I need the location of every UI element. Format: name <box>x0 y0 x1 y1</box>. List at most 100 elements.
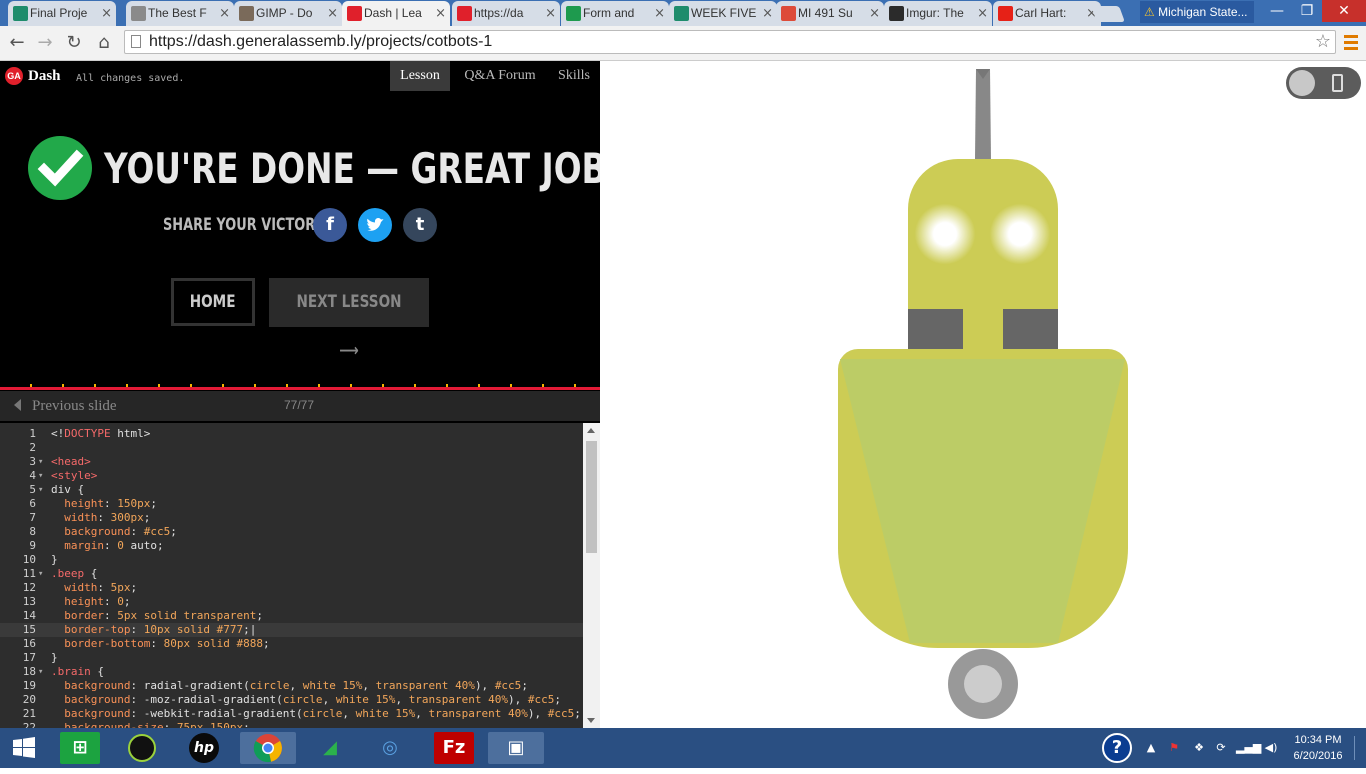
notifications-icon[interactable] <box>1354 736 1365 760</box>
code-line[interactable]: 4 ▾ <style> <box>0 469 583 483</box>
media-icon[interactable] <box>122 732 162 764</box>
reload-icon[interactable]: ↻ <box>63 32 85 54</box>
code-line[interactable]: 22 background-size: 75px 150px; <box>0 721 583 728</box>
close-tab-icon[interactable]: × <box>545 6 556 21</box>
browser-tab[interactable]: https://da × <box>452 1 560 26</box>
volume-icon[interactable]: ◀) <box>1262 728 1280 768</box>
dash-brand[interactable]: Dash <box>28 66 61 86</box>
code-line[interactable]: 20 background: -moz-radial-gradient(circ… <box>0 693 583 707</box>
tab-skills[interactable]: Skills <box>551 61 597 91</box>
hp-icon[interactable]: hp <box>184 732 224 764</box>
code-line[interactable]: 12 width: 5px; <box>0 581 583 595</box>
baidu-icon[interactable]: ◎ <box>370 732 410 764</box>
sync-icon[interactable]: ⟳ <box>1212 728 1230 768</box>
browser-tab[interactable]: Final Proje × <box>8 1 116 26</box>
browser-tab[interactable]: MI 491 Su × <box>776 1 884 26</box>
fold-arrow-icon[interactable]: ▾ <box>38 483 43 497</box>
browser-tab[interactable]: Imgur: The × <box>884 1 992 26</box>
dash-header: GA Dash All changes saved. Lesson Q&A Fo… <box>0 61 600 91</box>
browser-tab[interactable]: Form and × <box>561 1 669 26</box>
fold-arrow-icon[interactable]: ▾ <box>38 665 43 679</box>
code-line[interactable]: 18 ▾ .brain { <box>0 665 583 679</box>
code-line[interactable]: 19 background: radial-gradient(circle, w… <box>0 679 583 693</box>
close-tab-icon[interactable]: × <box>101 6 112 21</box>
code-line[interactable]: 3 ▾ <head> <box>0 455 583 469</box>
close-tab-icon[interactable]: × <box>977 6 988 21</box>
browser-tab-strip: Carl Hart: × Imgur: The × MI 491 Su × WEEK FIV… <box>0 0 1366 26</box>
editor-scrollbar[interactable] <box>583 423 600 728</box>
new-tab-button[interactable] <box>1091 6 1125 22</box>
close-window-button[interactable]: ✕ <box>1322 0 1366 22</box>
store-icon[interactable]: ⊞ <box>60 732 100 764</box>
twitter-share-icon[interactable] <box>358 208 392 242</box>
code-line[interactable]: 9 margin: 0 auto; <box>0 539 583 553</box>
close-tab-icon[interactable]: × <box>219 6 230 21</box>
browser-tab[interactable]: Dash | Lea × <box>342 1 450 26</box>
code-text: border-top: 10px solid #777;| <box>64 623 257 636</box>
code-line[interactable]: 16 border-bottom: 80px solid #888; <box>0 637 583 651</box>
help-icon[interactable]: ? <box>1100 728 1134 768</box>
url-text[interactable]: https://dash.generalassemb.ly/projects/c… <box>149 31 492 53</box>
tumblr-share-icon[interactable]: t <box>403 208 437 242</box>
line-number: 19 <box>22 679 36 692</box>
system-clock[interactable]: 10:34 PM 6/20/2016 <box>1286 732 1350 764</box>
code-line[interactable]: 10} <box>0 553 583 567</box>
feedly-icon[interactable]: ◢ <box>310 732 350 764</box>
tab-lesson[interactable]: Lesson <box>390 61 450 91</box>
fold-arrow-icon[interactable]: ▾ <box>38 567 43 581</box>
code-line[interactable]: 14 border: 5px solid transparent; <box>0 609 583 623</box>
browser-tab[interactable]: GIMP - Do × <box>234 1 342 26</box>
code-line[interactable]: 7 width: 300px; <box>0 511 583 525</box>
line-number: 20 <box>22 693 36 706</box>
close-tab-icon[interactable]: × <box>327 6 338 21</box>
code-line[interactable]: 6 height: 150px; <box>0 497 583 511</box>
windows-start-icon[interactable] <box>4 732 44 764</box>
back-arrow-icon[interactable]: ← <box>6 32 28 54</box>
ga-logo[interactable]: GA <box>5 67 23 85</box>
address-bar[interactable]: https://dash.generalassemb.ly/projects/c… <box>124 30 1336 54</box>
menu-icon[interactable] <box>1344 35 1358 51</box>
code-line[interactable]: 1 <!DOCTYPE html> <box>0 427 583 441</box>
scroll-up-icon[interactable] <box>587 428 595 433</box>
scrollbar-thumb[interactable] <box>586 441 597 553</box>
line-number: 13 <box>22 595 36 608</box>
code-line[interactable]: 11 ▾ .beep { <box>0 567 583 581</box>
code-line[interactable]: 17} <box>0 651 583 665</box>
close-tab-icon[interactable]: × <box>869 6 880 21</box>
chrome-icon[interactable] <box>240 732 296 764</box>
code-line[interactable]: 5 ▾ div { <box>0 483 583 497</box>
close-tab-icon[interactable]: × <box>762 6 773 21</box>
forward-arrow-icon[interactable]: → <box>34 32 56 54</box>
network-icon[interactable]: ▣ <box>488 732 544 764</box>
code-editor[interactable]: 1 <!DOCTYPE html> 2 3 ▾ <head> 4 ▾ <style> 5 ▾ div … <box>0 423 583 728</box>
signal-icon[interactable]: ▂▄▆ <box>1236 728 1261 768</box>
chevron-up-icon[interactable]: ▲ <box>1144 728 1158 768</box>
slide-progress-bar[interactable] <box>0 384 600 390</box>
home-icon[interactable]: ⌂ <box>93 32 115 54</box>
code-line[interactable]: 8 background: #cc5; <box>0 525 583 539</box>
scroll-down-icon[interactable] <box>587 718 595 723</box>
window-profile-label[interactable]: ⚠ Michigan State... <box>1140 1 1254 23</box>
dropbox-icon[interactable]: ❖ <box>1190 728 1208 768</box>
close-tab-icon[interactable]: × <box>435 6 446 21</box>
browser-tab[interactable]: Carl Hart: × <box>993 1 1101 26</box>
browser-tab[interactable]: WEEK FIVE × <box>669 1 777 26</box>
minimize-button[interactable]: — <box>1262 0 1292 22</box>
browser-tab[interactable]: The Best F × <box>126 1 234 26</box>
restore-button[interactable]: ❐ <box>1292 0 1322 22</box>
code-line[interactable]: 15 border-top: 10px solid #777;| <box>0 623 583 637</box>
home-button[interactable]: HOME <box>171 278 255 326</box>
next-lesson-button[interactable]: NEXT LESSON ⟶ <box>269 278 429 361</box>
bookmark-star-icon[interactable]: ☆ <box>1315 31 1331 53</box>
flag-icon[interactable]: ⚑ <box>1166 728 1182 768</box>
facebook-share-icon[interactable]: f <box>313 208 347 242</box>
code-line[interactable]: 2 <box>0 441 583 455</box>
fold-arrow-icon[interactable]: ▾ <box>38 455 43 469</box>
code-line[interactable]: 13 height: 0; <box>0 595 583 609</box>
previous-slide-link[interactable]: Previous slide <box>14 391 117 421</box>
code-line[interactable]: 21 background: -webkit-radial-gradient(c… <box>0 707 583 721</box>
fold-arrow-icon[interactable]: ▾ <box>38 469 43 483</box>
filezilla-icon[interactable]: Fz <box>434 732 474 764</box>
tab-qa-forum[interactable]: Q&A Forum <box>456 61 544 91</box>
close-tab-icon[interactable]: × <box>654 6 665 21</box>
